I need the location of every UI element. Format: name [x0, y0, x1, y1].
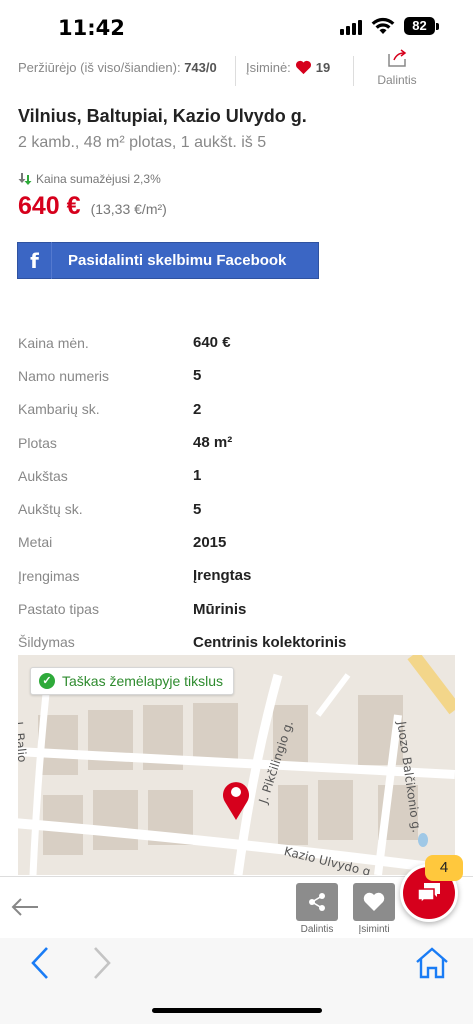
wifi-icon: [371, 17, 395, 34]
chat-count-badge: 4: [425, 855, 463, 881]
facebook-icon: f: [18, 242, 52, 279]
divider: [353, 56, 354, 86]
views-counter: Peržiūrėjo (iš viso/šiandien): 743/0: [18, 60, 217, 75]
toolbar-share-button[interactable]: Dalintis: [296, 883, 338, 935]
battery-icon: 82: [404, 17, 435, 35]
price-drop-notice: Kaina sumažėjusi 2,3%: [18, 172, 161, 186]
detail-row: Plotas 48 m²: [18, 434, 233, 452]
home-indicator: [152, 1008, 322, 1013]
heart-icon: [295, 60, 311, 75]
share-nodes-icon: [309, 893, 325, 911]
share-label: Dalintis: [377, 73, 417, 87]
detail-row: Įrengimas Įrengtas: [18, 567, 252, 585]
share-icon: [388, 49, 407, 67]
saved-counter: Įsiminė: 19: [246, 60, 331, 75]
facebook-share-label: Pasidalinti skelbimu Facebook: [68, 252, 287, 269]
cellular-signal-icon: [340, 19, 362, 35]
status-time: 11:42: [58, 16, 125, 40]
chat-bubbles-icon: [417, 883, 440, 905]
heart-outline-icon: [363, 892, 385, 911]
price-per-m2: (13,33 €/m²): [90, 201, 167, 217]
price-block: 640 € (13,33 €/m²): [18, 192, 167, 221]
divider: [235, 56, 236, 86]
location-map[interactable]: J. Pikčilingio g. Juozo Balčikonio g. Ka…: [18, 655, 455, 875]
price-value: 640 €: [18, 192, 81, 220]
detail-row: Pastato tipas Mūrinis: [18, 600, 247, 618]
price-down-icon: [18, 173, 32, 185]
share-button[interactable]: Dalintis: [373, 48, 421, 87]
toolbar-save-button[interactable]: Įsiminti: [353, 883, 395, 935]
details-table: Kaina mėn. 640 € Namo numeris 5 Kambarių s…: [18, 326, 458, 659]
listing-subtitle: 2 kamb., 48 m² plotas, 1 aukšt. iš 5: [18, 134, 267, 151]
browser-back-icon[interactable]: [30, 946, 50, 980]
status-bar: 11:42 82: [0, 0, 473, 50]
back-arrow-icon[interactable]: [10, 895, 40, 919]
detail-row: Kambarių sk. 2: [18, 400, 202, 418]
detail-row: Namo numeris 5: [18, 367, 202, 385]
map-accuracy-badge: ✓ Taškas žemėlapyje tikslus: [30, 667, 235, 695]
check-icon: ✓: [39, 673, 55, 689]
listing-stats: Peržiūrėjo (iš viso/šiandien): 743/0 Įsi…: [18, 49, 458, 96]
map-pin-icon: [223, 782, 249, 820]
detail-row: Kaina mėn. 640 €: [18, 334, 231, 352]
detail-row: Aukštų sk. 5: [18, 500, 202, 518]
detail-row: Šildymas Centrinis kolektorinis: [18, 633, 347, 651]
detail-row: Aukštas 1: [18, 467, 202, 485]
browser-home-icon[interactable]: [415, 946, 449, 980]
facebook-share-button[interactable]: f Pasidalinti skelbimu Facebook: [17, 242, 319, 279]
detail-row: Metai 2015: [18, 533, 227, 551]
browser-forward-icon[interactable]: [92, 946, 112, 980]
listing-title: Vilnius, Baltupiai, Kazio Ulvydo g.: [18, 106, 307, 126]
